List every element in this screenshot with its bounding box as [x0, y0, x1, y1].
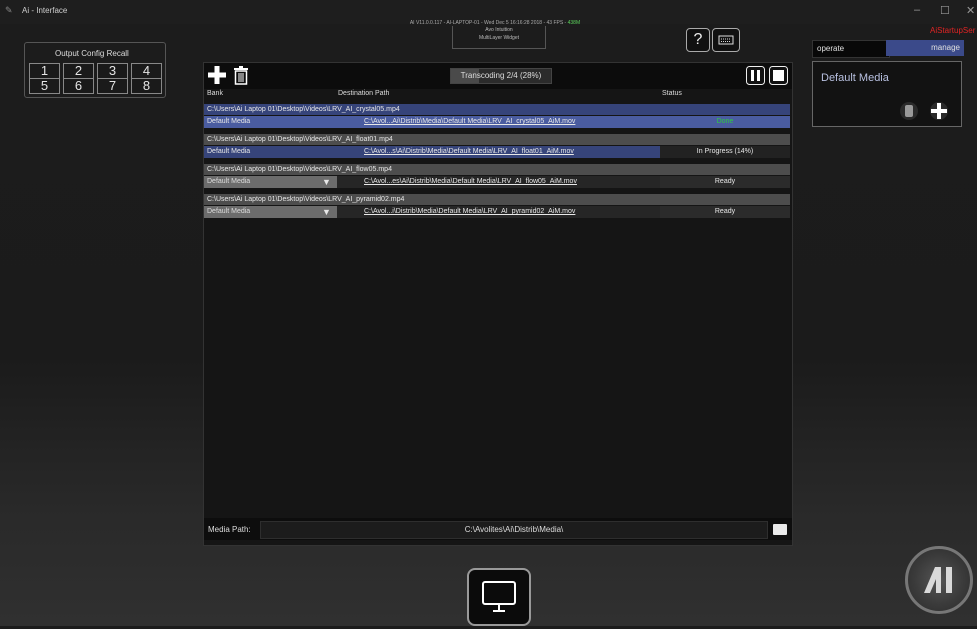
table-row-source[interactable]: C:\Users\Ai Laptop 01\Desktop\Videos\LRV… [204, 134, 790, 145]
config-button-1[interactable]: 1 [29, 63, 60, 79]
table-row[interactable]: Default Media ▼ C:\Avol...i\Distrib\Medi… [204, 206, 790, 218]
destination-path-link[interactable]: C:\Avol...es\Ai\Distrib\Media\Default Me… [364, 176, 577, 188]
tab-manage[interactable]: manage [886, 40, 964, 56]
media-path-label: Media Path: [208, 525, 251, 534]
chevron-down-icon: ▼ [322, 177, 331, 187]
bank-dropdown[interactable]: Default Media ▼ [204, 206, 337, 218]
minimize-button[interactable]: – [914, 4, 920, 16]
help-button[interactable]: ? [686, 28, 710, 52]
keyboard-icon [718, 35, 734, 45]
config-button-6[interactable]: 6 [63, 78, 94, 94]
status-cell: In Progress (14%) [660, 146, 790, 158]
header-info-box: Avo Intuition MultiLayer Widget [452, 26, 546, 49]
status-cell: Ready [660, 176, 790, 188]
maximize-button[interactable]: ☐ [940, 4, 950, 17]
destination-path-link[interactable]: C:\Avol...Ai\Distrib\Media\Default Media… [364, 116, 575, 128]
chevron-down-icon: ▼ [322, 207, 331, 217]
bank-cell: Default Media [207, 178, 251, 185]
bank-dropdown[interactable]: Default Media ▼ [204, 176, 337, 188]
table-row-source[interactable]: C:\Users\Ai Laptop 01\Desktop\Videos\LRV… [204, 194, 790, 205]
column-header-destination: Destination Path [338, 90, 390, 97]
close-button[interactable]: ✕ [966, 4, 975, 17]
output-config-title: Output Config Recall [55, 49, 129, 58]
destination-path-link[interactable]: C:\Avol...s\Ai\Distrib\Media\Default Med… [364, 146, 574, 158]
monitor-icon [482, 581, 516, 612]
ai-logo-mark [924, 567, 952, 593]
config-button-2[interactable]: 2 [63, 63, 94, 79]
transcode-toolbar: Transcoding 2/4 (28%) [204, 63, 792, 89]
transcode-panel: Transcoding 2/4 (28%) Bank Destination P… [203, 62, 793, 546]
config-button-5[interactable]: 5 [29, 78, 60, 94]
transcode-progress-label: Transcoding 2/4 (28%) [460, 71, 542, 80]
bank-cell: Default Media [207, 208, 251, 215]
table-row[interactable]: Default Media C:\Avol...Ai\Distrib\Media… [204, 116, 790, 128]
media-bank-panel: Default Media [812, 61, 962, 127]
status-cell: Ready [660, 206, 790, 218]
add-icon[interactable] [208, 66, 226, 84]
stop-icon[interactable] [769, 66, 788, 85]
table-row[interactable]: Default Media ▼ C:\Avol...es\Ai\Distrib\… [204, 176, 790, 188]
transcode-progress-bar: Transcoding 2/4 (28%) [450, 68, 552, 84]
media-path-field[interactable]: C:\Avolites\Ai\Distrib\Media\ [260, 521, 768, 539]
app-logo-icon: ✎ [5, 5, 13, 15]
keyboard-button[interactable] [712, 28, 740, 52]
tab-operate[interactable]: operate [812, 40, 890, 58]
header-line-2: MultiLayer Widget [478, 35, 519, 41]
display-output-button[interactable] [467, 568, 531, 626]
table-row-source[interactable]: C:\Users\Ai Laptop 01\Desktop\Videos\LRV… [204, 104, 790, 115]
pause-icon[interactable] [746, 66, 765, 85]
table-row-source[interactable]: C:\Users\Ai Laptop 01\Desktop\Videos\LRV… [204, 164, 790, 175]
bank-cell: Default Media [207, 148, 251, 155]
table-row[interactable]: Default Media C:\Avol...s\Ai\Distrib\Med… [204, 146, 790, 158]
startup-label: AiStartupSer [930, 26, 976, 35]
status-cell: Done [716, 118, 734, 125]
add-bank-icon[interactable] [930, 102, 948, 120]
trash-icon[interactable] [233, 66, 249, 85]
delete-bank-icon[interactable] [900, 102, 918, 120]
config-button-4[interactable]: 4 [131, 63, 162, 79]
destination-path-link[interactable]: C:\Avol...i\Distrib\Media\Default Media\… [364, 206, 575, 218]
config-button-8[interactable]: 8 [131, 78, 162, 94]
folder-icon[interactable] [773, 524, 787, 535]
window-title: Ai - Interface [22, 6, 68, 15]
fps-badge: 438M [567, 20, 581, 26]
bank-cell: Default Media [207, 118, 251, 125]
column-header-bank: Bank [207, 90, 223, 97]
header-line-1: Avo Intuition [485, 27, 513, 33]
media-bank-title: Default Media [821, 72, 889, 84]
config-button-7[interactable]: 7 [97, 78, 128, 94]
column-header-status: Status [662, 90, 682, 97]
ai-logo-icon [905, 546, 973, 614]
config-button-3[interactable]: 3 [97, 63, 128, 79]
media-path-bar: Media Path: C:\Avolites\Ai\Distrib\Media… [204, 518, 792, 540]
media-bank-actions [900, 102, 948, 120]
